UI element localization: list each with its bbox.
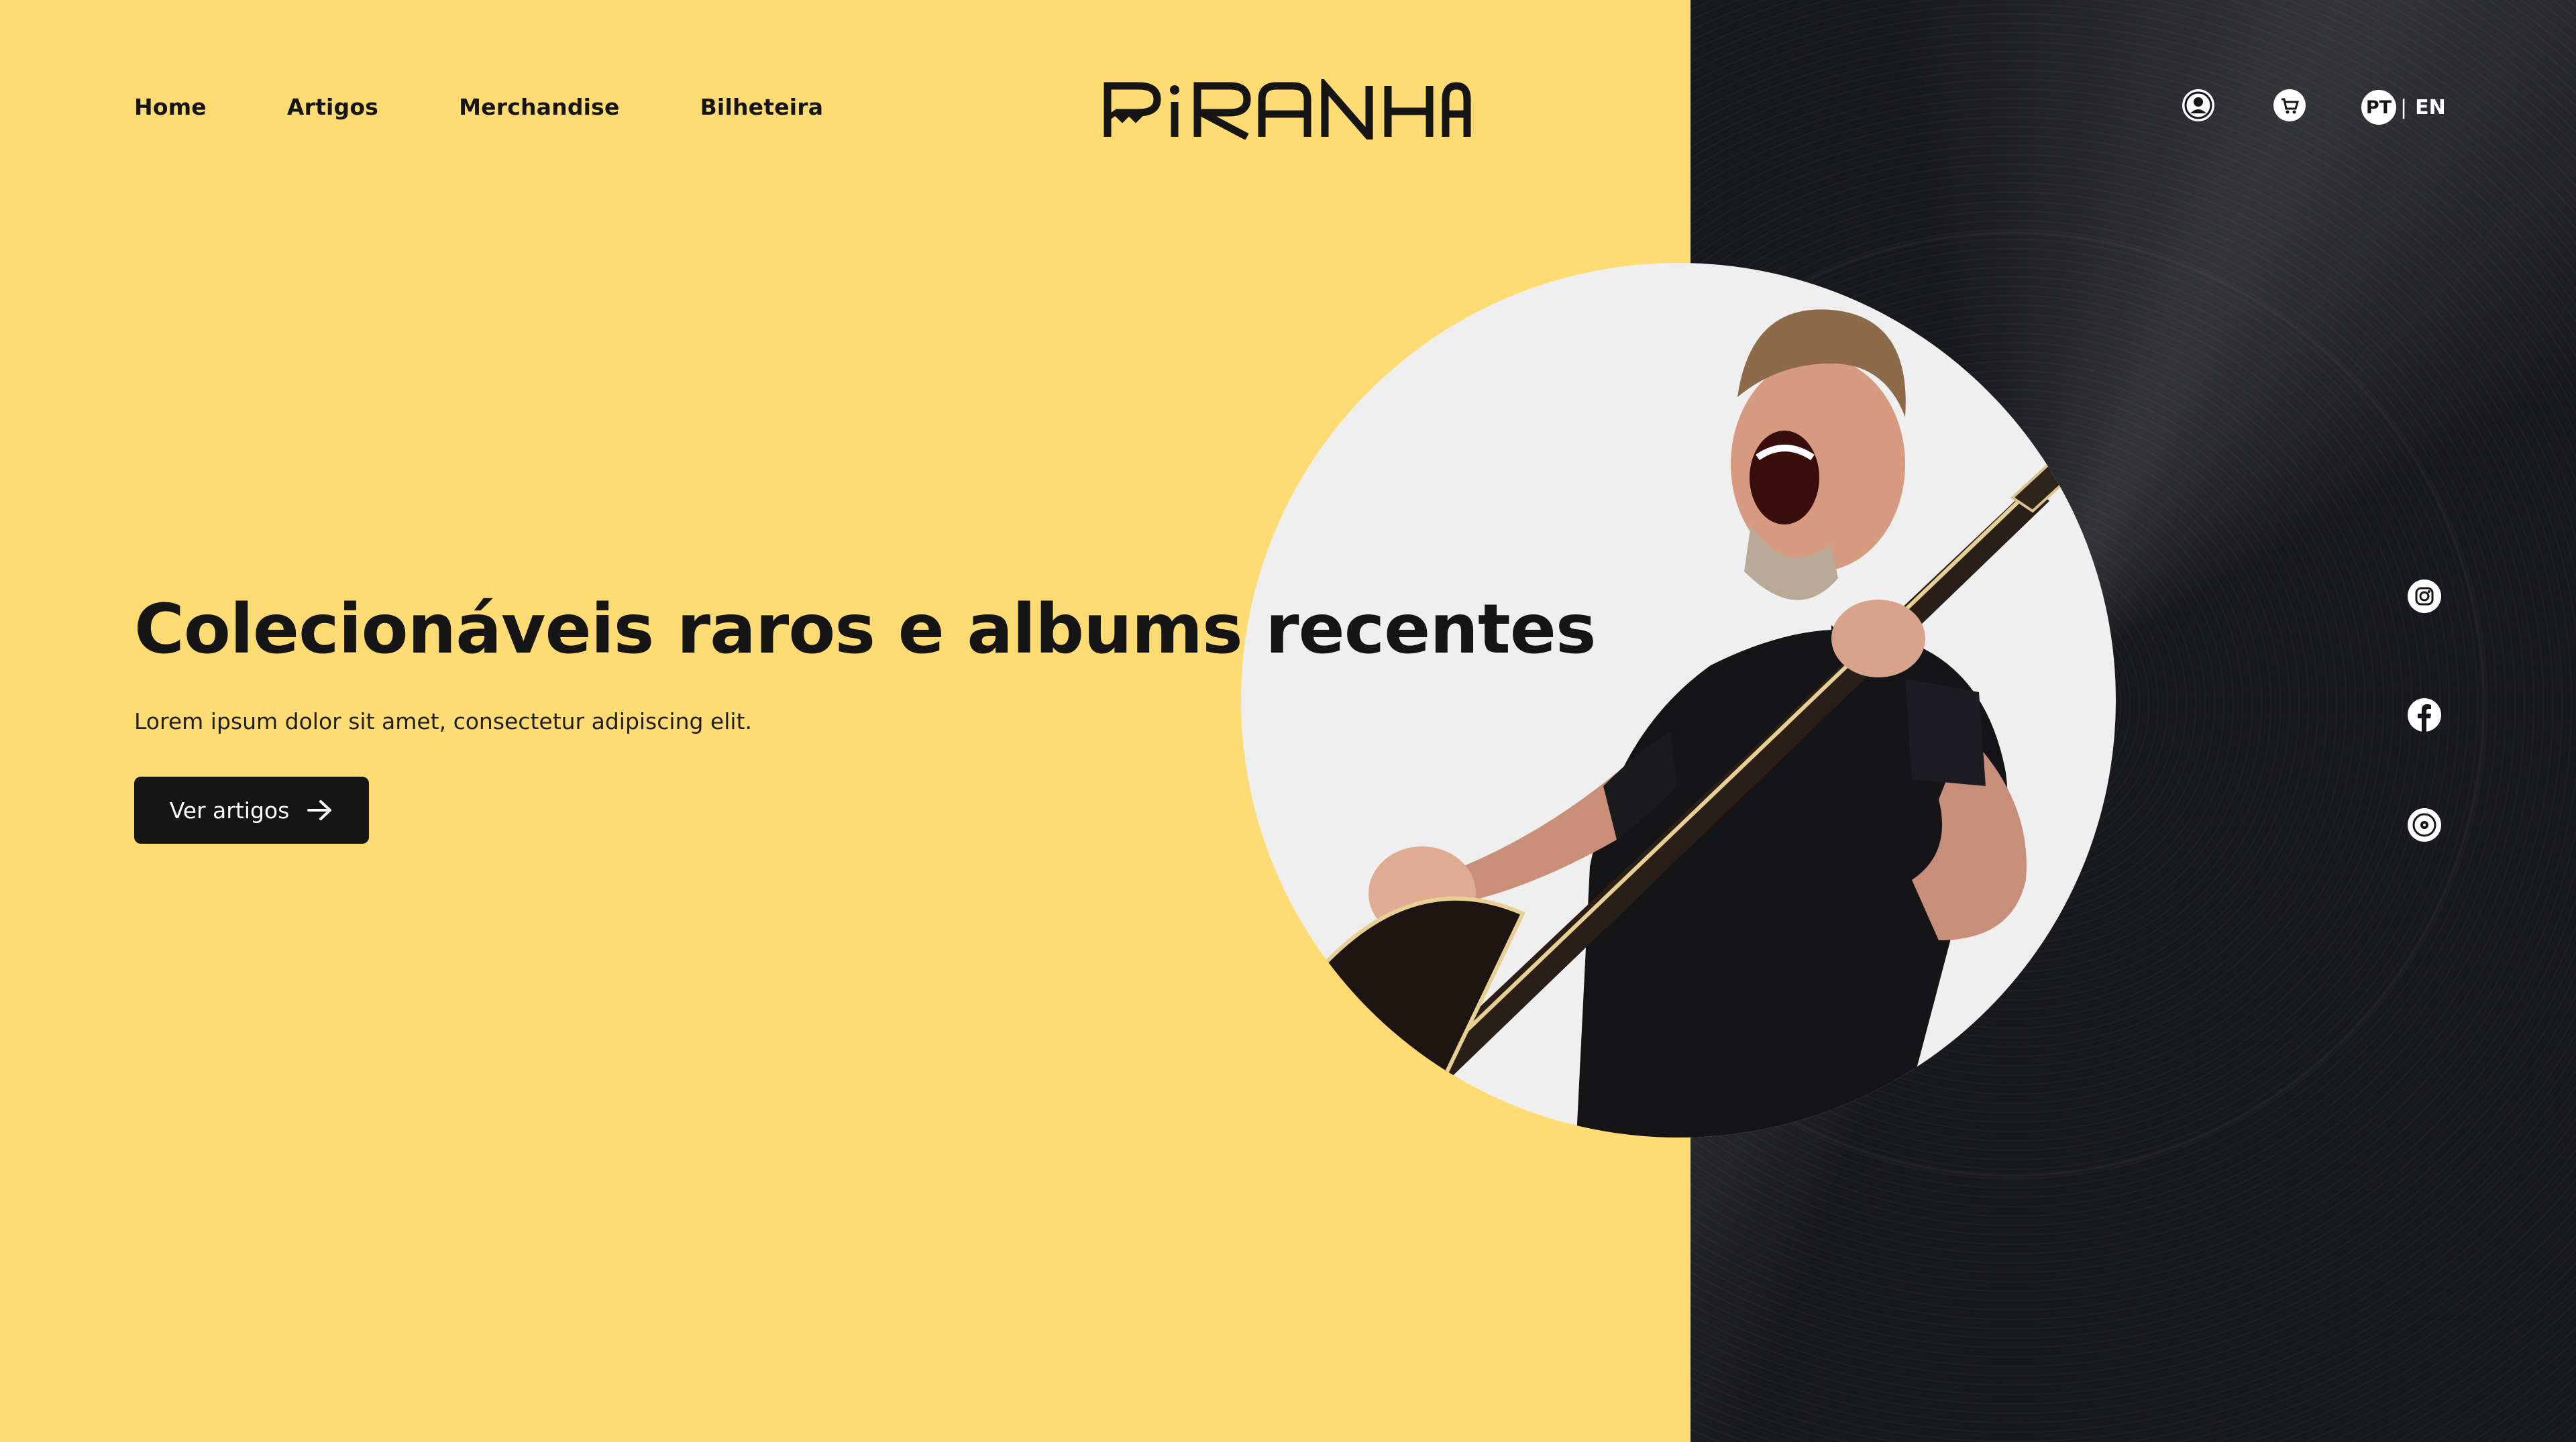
ver-artigos-label: Ver artigos bbox=[169, 797, 290, 824]
ver-artigos-button[interactable]: Ver artigos bbox=[134, 777, 369, 844]
language-separator: | bbox=[2400, 95, 2408, 119]
facebook-icon[interactable] bbox=[2407, 698, 2442, 732]
nav-bilheteira[interactable]: Bilheteira bbox=[700, 94, 824, 120]
piranha-logo[interactable] bbox=[1104, 79, 1471, 140]
header-actions bbox=[2180, 87, 2308, 123]
user-icon[interactable] bbox=[2180, 87, 2216, 123]
language-pt-button[interactable]: PT bbox=[2361, 90, 2396, 125]
cart-icon[interactable] bbox=[2271, 87, 2308, 123]
hero-title: Colecionáveis raros e albums recentes bbox=[134, 590, 1597, 669]
guitarist-image bbox=[1241, 309, 2115, 1138]
hero-photo bbox=[1241, 263, 2116, 1138]
landing-page: Home Artigos Merchandise Bilheteira PT |… bbox=[0, 0, 2576, 1442]
nav-home[interactable]: Home bbox=[134, 94, 207, 120]
nav-merchandise[interactable]: Merchandise bbox=[459, 94, 619, 120]
main-nav: Home Artigos Merchandise Bilheteira bbox=[134, 94, 823, 120]
hero-subtitle: Lorem ipsum dolor sit amet, consectetur … bbox=[134, 708, 752, 734]
language-switcher: PT | EN bbox=[2361, 90, 2446, 125]
nav-artigos[interactable]: Artigos bbox=[287, 94, 378, 120]
arrow-right-icon bbox=[307, 800, 332, 820]
instagram-icon[interactable] bbox=[2407, 579, 2442, 614]
language-en-button[interactable]: EN bbox=[2415, 96, 2446, 119]
music-disc-icon[interactable] bbox=[2407, 808, 2442, 842]
